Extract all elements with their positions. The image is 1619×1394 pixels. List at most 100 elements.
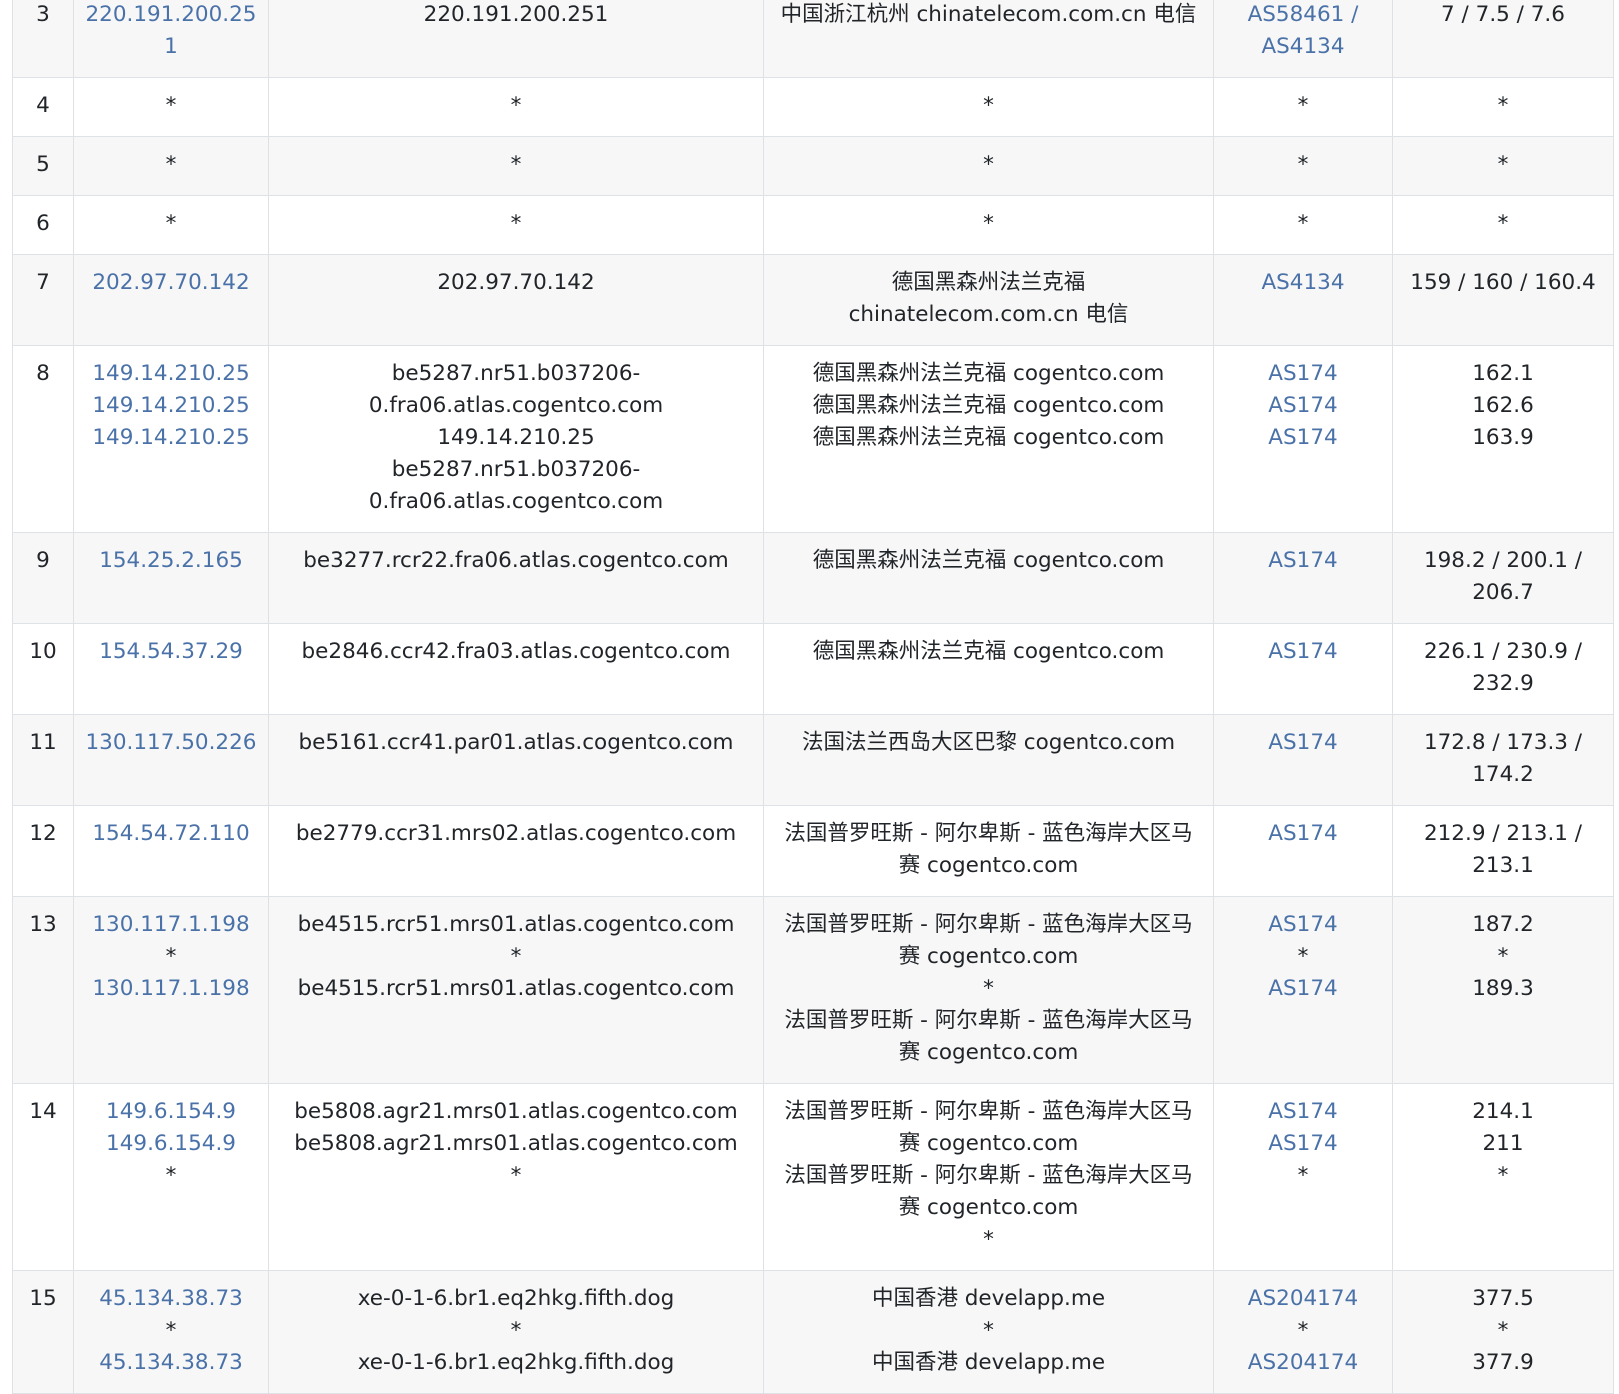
hop-number-cell: 6 [12, 195, 74, 255]
ip-link[interactable]: 149.14.210.25 [84, 358, 258, 390]
ip-link[interactable]: 154.25.2.165 [84, 545, 258, 577]
latency-text: 214.1 [1472, 1099, 1534, 1124]
table-row: 14 149.6.154.9 149.6.154.9 * be5808.agr21.mr… [12, 1083, 1614, 1271]
asn-cell: AS4134 [1213, 254, 1393, 346]
hop-number: 8 [36, 361, 50, 386]
asn-link[interactable]: AS174 [1224, 636, 1382, 668]
asn-link[interactable]: AS174 [1224, 422, 1382, 454]
hostname-cell: * [268, 77, 764, 137]
ip-link[interactable]: 45.134.38.73 [84, 1347, 258, 1379]
asn-link[interactable]: AS174 [1224, 973, 1382, 1005]
ip-cell: 154.25.2.165 [73, 532, 269, 624]
hostname-text: 149.14.210.25 [437, 425, 595, 450]
latency-cell: * [1392, 77, 1614, 137]
location-text: 法国普罗旺斯 - 阿尔卑斯 - 蓝色海岸大区马赛 cogentco.com [784, 1008, 1193, 1065]
asn-cell: AS174 [1213, 532, 1393, 624]
asn-link[interactable]: AS204174 [1224, 1283, 1382, 1315]
latency-cell: 212.9 / 213.1 / 213.1 [1392, 805, 1614, 897]
latency-cell: 377.5 * 377.9 [1392, 1270, 1614, 1394]
hostname-text: be5287.nr51.b037206-0.fra06.atlas.cogent… [368, 361, 664, 418]
latency-text: 163.9 [1472, 425, 1534, 450]
asn-cell: AS58461 / AS4134 [1213, 0, 1393, 78]
hop-number-cell: 11 [12, 714, 74, 806]
location-cell: * [763, 195, 1214, 255]
no-response-marker: * [165, 944, 177, 969]
asn-link[interactable]: AS174 [1224, 727, 1382, 759]
traceroute-table-body: 3 220.191.200.251 220.191.200.251 中国浙江杭州 ch… [12, 0, 1614, 1394]
asn-link[interactable]: AS4134 [1224, 267, 1382, 299]
table-row: 6 * * * * * [12, 195, 1614, 255]
location-cell: 德国黑森州法兰克福 cogentco.com 德国黑森州法兰克福 cogentco… [763, 345, 1214, 533]
location-cell: 中国香港 develapp.me * 中国香港 develapp.me [763, 1270, 1214, 1394]
asn-link[interactable]: AS174 [1224, 545, 1382, 577]
hostname-text: be5161.ccr41.par01.atlas.cogentco.com [298, 730, 734, 755]
ip-cell: 149.6.154.9 149.6.154.9 * [73, 1083, 269, 1271]
asn-link[interactable]: AS174 [1224, 818, 1382, 850]
ip-cell: 149.14.210.25 149.14.210.25 149.14.210.25 [73, 345, 269, 533]
location-text: 法国普罗旺斯 - 阿尔卑斯 - 蓝色海岸大区马赛 cogentco.com [784, 1099, 1193, 1156]
asn-link[interactable]: AS174 [1224, 1096, 1382, 1128]
no-response-marker: * [165, 93, 177, 118]
ip-link[interactable]: 154.54.72.110 [84, 818, 258, 850]
latency-text: 187.2 [1472, 912, 1534, 937]
asn-cell: AS174 [1213, 714, 1393, 806]
hop-number-cell: 10 [12, 623, 74, 715]
no-response-marker: * [1297, 93, 1309, 118]
ip-cell: 154.54.72.110 [73, 805, 269, 897]
hop-number-cell: 5 [12, 136, 74, 196]
location-text: 中国香港 develapp.me [871, 1350, 1106, 1375]
no-response-marker: * [983, 93, 994, 118]
hostname-cell: be5287.nr51.b037206-0.fra06.atlas.cogent… [268, 345, 764, 533]
ip-link[interactable]: 130.117.1.198 [84, 909, 258, 941]
ip-link[interactable]: 154.54.37.29 [84, 636, 258, 668]
table-row: 13 130.117.1.198 * 130.117.1.198 be4515.rcr5… [12, 896, 1614, 1084]
no-response-marker: * [510, 211, 522, 236]
hostname-cell: xe-0-1-6.br1.eq2hkg.fifth.dog * xe-0-1-6.b… [268, 1270, 764, 1394]
latency-cell: 214.1 211 * [1392, 1083, 1614, 1271]
hop-number: 15 [29, 1286, 57, 1311]
asn-cell: * [1213, 77, 1393, 137]
hostname-text: xe-0-1-6.br1.eq2hkg.fifth.dog [357, 1350, 675, 1375]
ip-cell: * [73, 195, 269, 255]
table-row: 4 * * * * * [12, 77, 1614, 137]
location-text: 中国浙江杭州 chinatelecom.com.cn 电信 [780, 2, 1197, 27]
asn-link[interactable]: AS204174 [1224, 1347, 1382, 1379]
location-text: 德国黑森州法兰克福 cogentco.com [812, 393, 1165, 418]
hop-number: 5 [36, 152, 50, 177]
ip-link[interactable]: 149.14.210.25 [84, 422, 258, 454]
ip-link[interactable]: 202.97.70.142 [84, 267, 258, 299]
hop-number-cell: 3 [12, 0, 74, 78]
ip-link[interactable]: 149.6.154.9 [84, 1096, 258, 1128]
hop-number-cell: 14 [12, 1083, 74, 1271]
ip-link[interactable]: 45.134.38.73 [84, 1283, 258, 1315]
asn-cell: * [1213, 136, 1393, 196]
hostname-text: be5808.agr21.mrs01.atlas.cogentco.com [294, 1099, 738, 1124]
ip-link[interactable]: 149.6.154.9 [84, 1128, 258, 1160]
latency-text: 198.2 / 200.1 / 206.7 [1423, 548, 1583, 605]
hostname-text: be5808.agr21.mrs01.atlas.cogentco.com [294, 1131, 738, 1156]
no-response-marker: * [165, 211, 177, 236]
asn-cell: * [1213, 195, 1393, 255]
hostname-cell: 220.191.200.251 [268, 0, 764, 78]
no-response-marker: * [1497, 93, 1509, 118]
asn-link[interactable]: AS174 [1224, 358, 1382, 390]
ip-link[interactable]: 130.117.50.226 [84, 727, 258, 759]
asn-cell: AS174 AS174 AS174 [1213, 345, 1393, 533]
asn-link[interactable]: AS174 [1224, 909, 1382, 941]
hop-number: 9 [36, 548, 50, 573]
ip-cell: 220.191.200.251 [73, 0, 269, 78]
ip-link[interactable]: 149.14.210.25 [84, 390, 258, 422]
hostname-cell: be3277.rcr22.fra06.atlas.cogentco.com [268, 532, 764, 624]
hostname-cell: * [268, 136, 764, 196]
ip-link[interactable]: 130.117.1.198 [84, 973, 258, 1005]
asn-link[interactable]: AS174 [1224, 390, 1382, 422]
no-response-marker: * [1297, 1163, 1309, 1188]
table-row: 15 45.134.38.73 * 45.134.38.73 xe-0-1-6.br1.… [12, 1270, 1614, 1394]
location-cell: 法国普罗旺斯 - 阿尔卑斯 - 蓝色海岸大区马赛 cogentco.com * 法国… [763, 896, 1214, 1084]
asn-link[interactable]: AS58461 / AS4134 [1224, 0, 1382, 63]
ip-link[interactable]: 220.191.200.251 [84, 0, 258, 63]
asn-link[interactable]: AS174 [1224, 1128, 1382, 1160]
no-response-marker: * [1297, 1318, 1309, 1343]
hop-number-cell: 4 [12, 77, 74, 137]
hostname-text: 220.191.200.251 [423, 2, 609, 27]
